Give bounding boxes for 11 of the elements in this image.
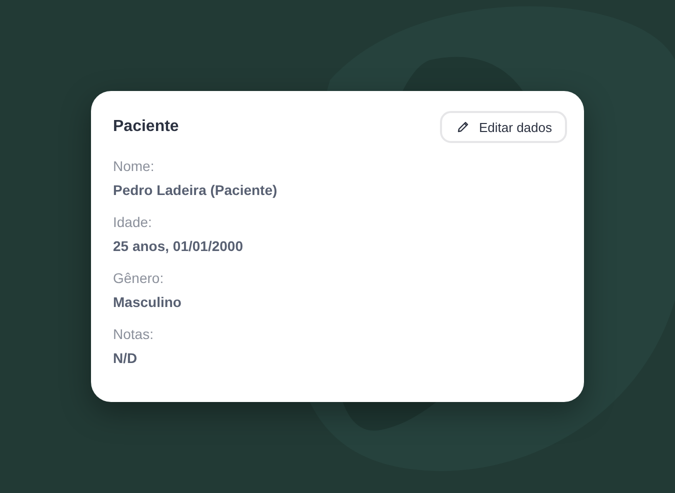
field-label: Gênero: [113,269,165,287]
pencil-icon [457,121,469,133]
field-value: Masculino [113,293,182,311]
card-title: Paciente [113,118,179,136]
field-label: Notas: [113,325,154,343]
field-value: Pedro Ladeira (Paciente) [113,181,278,199]
field-label: Nome: [113,157,156,175]
field-label: Idade: [113,213,153,231]
field-value: 25 anos, 01/01/2000 [113,237,244,255]
edit-button[interactable]: Editar dados [440,111,567,143]
field-value: N/D [113,349,138,367]
